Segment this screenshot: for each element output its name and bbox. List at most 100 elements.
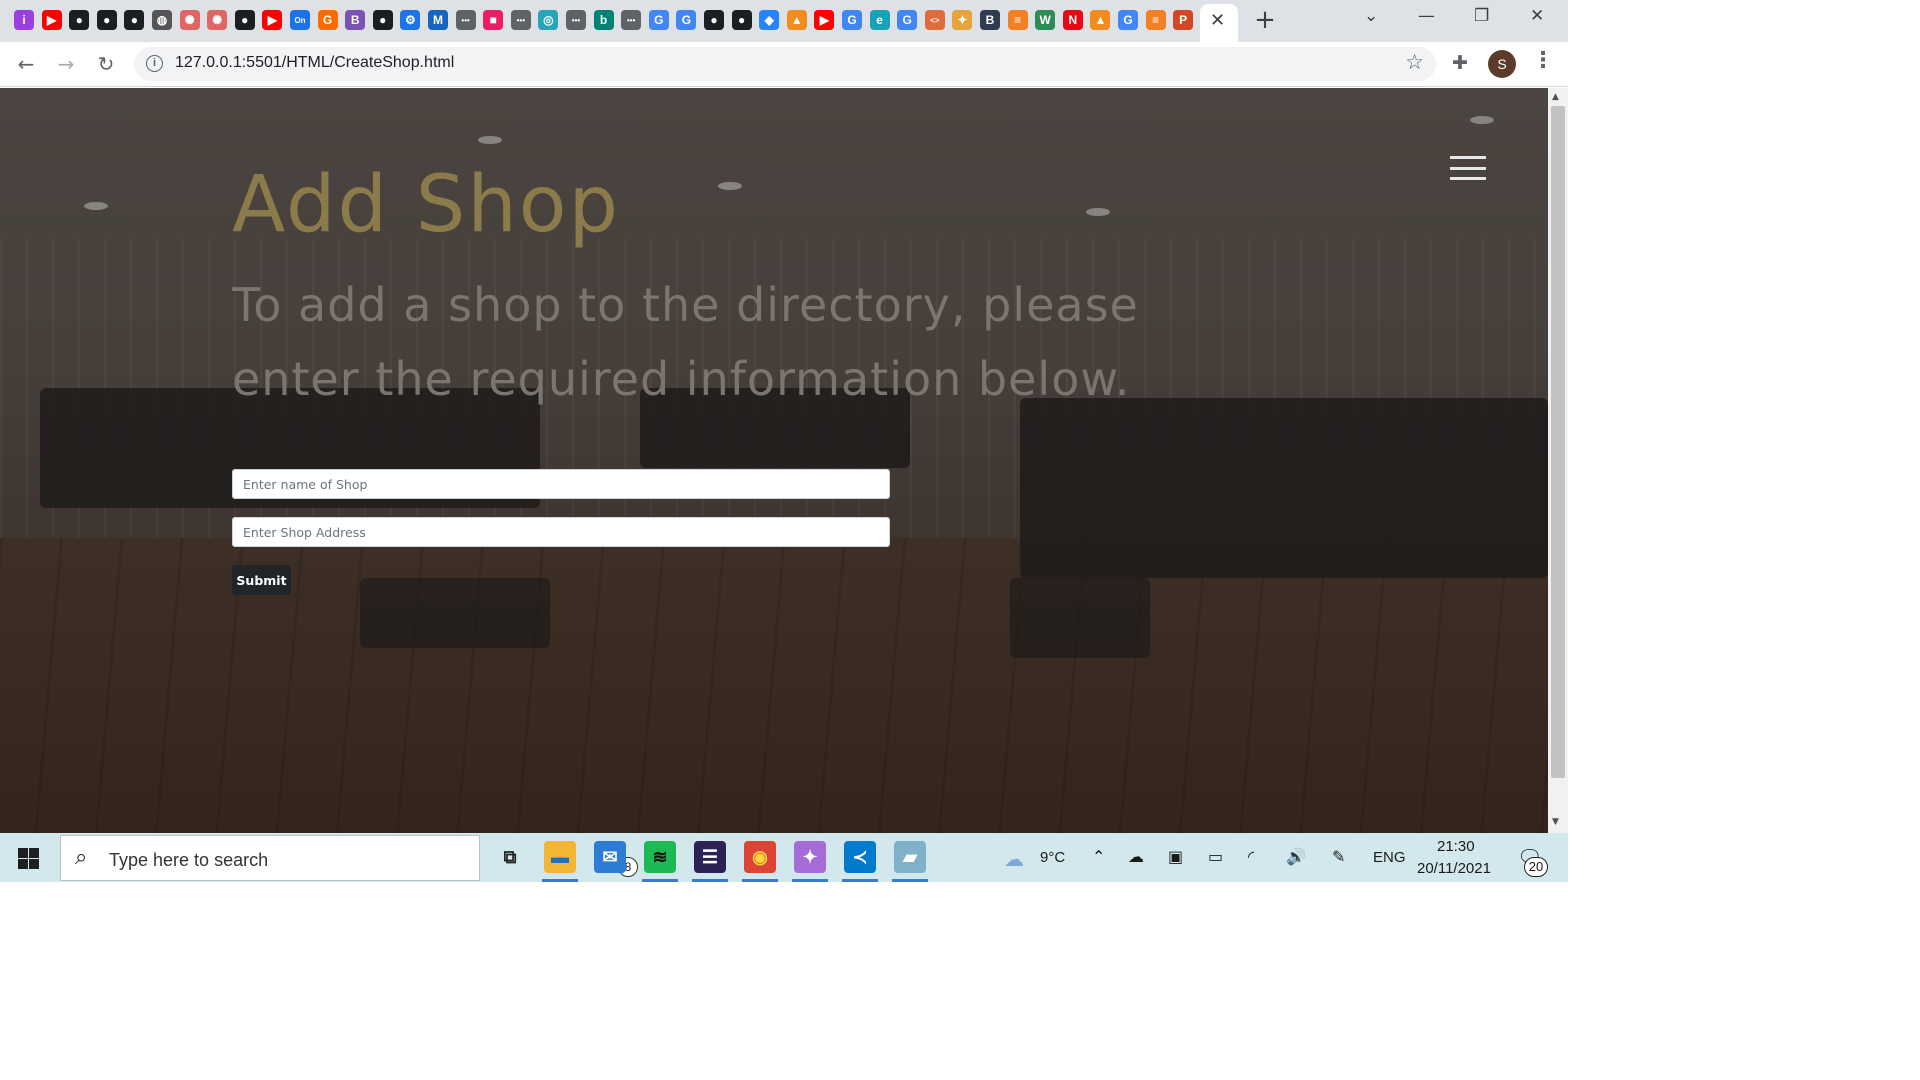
ceiling-light bbox=[478, 136, 502, 144]
b-icon[interactable]: B bbox=[980, 10, 1000, 30]
close-window-icon[interactable]: ✕ bbox=[1530, 6, 1544, 26]
file-explorer-icon[interactable]: ▬ bbox=[544, 841, 576, 873]
dots-icon[interactable]: ••• bbox=[621, 10, 642, 30]
active-app-indicator bbox=[792, 879, 828, 882]
youtube-icon[interactable]: ▶ bbox=[41, 10, 62, 30]
onedrive-icon[interactable]: ☁ bbox=[1128, 847, 1144, 866]
app-icon[interactable]: ✦ bbox=[952, 10, 973, 30]
active-app-indicator bbox=[692, 879, 728, 882]
g-icon[interactable]: G bbox=[317, 10, 338, 30]
show-hidden-icons-icon[interactable]: ⌃ bbox=[1092, 847, 1105, 866]
powerpoint-icon[interactable]: P bbox=[1173, 10, 1194, 30]
shop-address-input[interactable] bbox=[232, 517, 890, 547]
jira-icon[interactable]: ◆ bbox=[759, 10, 780, 30]
site-info-icon[interactable]: i bbox=[146, 55, 163, 72]
app-icon[interactable]: ◎ bbox=[538, 10, 559, 30]
vscode-icon[interactable]: ≺ bbox=[844, 841, 876, 873]
minimize-icon[interactable]: — bbox=[1418, 6, 1435, 26]
language-indicator[interactable]: ENG bbox=[1373, 849, 1406, 866]
chrome-icon[interactable]: ◉ bbox=[744, 841, 776, 873]
mail-icon[interactable]: ✉ bbox=[594, 841, 626, 873]
clock-time[interactable]: 21:30 bbox=[1437, 838, 1475, 855]
notification-count-badge: 20 bbox=[1524, 857, 1548, 877]
taskbar-search-placeholder: Type here to search bbox=[109, 850, 269, 870]
github-icon[interactable]: ● bbox=[372, 10, 393, 30]
github-icon[interactable]: ● bbox=[234, 10, 255, 30]
shop-name-input[interactable] bbox=[232, 469, 890, 499]
browser-toolbar: ← → ↻ i 127.0.0.1:5501/HTML/CreateShop.h… bbox=[0, 42, 1568, 87]
app-icon[interactable]: e bbox=[869, 10, 890, 30]
volume-icon[interactable]: 🔊 bbox=[1286, 847, 1306, 866]
task-view-icon[interactable]: ⧉ bbox=[494, 841, 526, 873]
scroll-up-icon[interactable]: ▲ bbox=[1552, 92, 1559, 102]
app-icon[interactable]: ■ bbox=[483, 10, 504, 30]
restore-icon[interactable]: ❐ bbox=[1474, 6, 1489, 26]
app-icon[interactable]: ▲ bbox=[1090, 10, 1111, 30]
url-text[interactable]: 127.0.0.1:5501/HTML/CreateShop.html bbox=[175, 54, 454, 72]
forward-button[interactable]: → bbox=[52, 50, 80, 78]
app-icon[interactable]: ▲ bbox=[786, 10, 807, 30]
clock-date[interactable]: 20/11/2021 bbox=[1417, 860, 1491, 877]
scroll-down-icon[interactable]: ▼ bbox=[1552, 817, 1559, 827]
github-icon[interactable]: ● bbox=[96, 10, 117, 30]
dots-icon[interactable]: ••• bbox=[566, 10, 586, 30]
extensions-icon[interactable]: ✚ bbox=[1452, 52, 1468, 74]
settings-icon[interactable]: ⚙ bbox=[400, 10, 421, 30]
github-icon[interactable]: ● bbox=[124, 10, 145, 30]
address-bar[interactable]: i 127.0.0.1:5501/HTML/CreateShop.html ☆ bbox=[134, 47, 1436, 81]
bookmark-star-icon[interactable]: ☆ bbox=[1405, 50, 1424, 74]
openai-icon[interactable]: ✺ bbox=[179, 10, 200, 30]
notes-icon[interactable]: ▰ bbox=[894, 841, 926, 873]
scrollbar-thumb[interactable] bbox=[1551, 106, 1565, 778]
spotify-icon[interactable]: ≋ bbox=[644, 841, 676, 873]
tab-search-icon[interactable]: ⌄ bbox=[1364, 6, 1378, 26]
wifi-icon[interactable]: ◜ bbox=[1248, 847, 1254, 866]
background-bench bbox=[1010, 578, 1150, 658]
reload-button[interactable]: ↻ bbox=[92, 50, 120, 78]
battery-icon[interactable]: ▭ bbox=[1208, 847, 1223, 866]
browser-menu-icon[interactable]: ⋮ bbox=[1532, 48, 1554, 73]
hamburger-menu-icon[interactable] bbox=[1450, 156, 1486, 180]
w-icon[interactable]: W bbox=[1035, 10, 1056, 30]
google-icon[interactable]: G bbox=[842, 10, 862, 30]
youtube-icon[interactable]: ▶ bbox=[262, 10, 283, 30]
dots-icon[interactable]: ••• bbox=[455, 10, 476, 30]
github-icon[interactable]: ● bbox=[69, 10, 90, 30]
submit-button[interactable]: Submit bbox=[232, 565, 291, 595]
pen-icon[interactable]: ✎ bbox=[1332, 847, 1345, 866]
code-icon[interactable]: <> bbox=[924, 10, 945, 30]
github-icon[interactable]: ● bbox=[704, 10, 724, 30]
profile-avatar[interactable]: S bbox=[1488, 50, 1516, 78]
bing-icon[interactable]: b bbox=[593, 10, 614, 30]
page-scrollbar[interactable]: ▲ ▼ bbox=[1548, 88, 1568, 833]
google-icon[interactable]: G bbox=[1118, 10, 1138, 30]
new-tab-button[interactable]: + bbox=[1252, 6, 1278, 34]
youtube-icon[interactable]: ▶ bbox=[814, 10, 835, 30]
eclipse-icon[interactable]: ☰ bbox=[694, 841, 726, 873]
app-icon[interactable]: ✦ bbox=[794, 841, 826, 873]
globe-icon[interactable]: ◍ bbox=[152, 10, 172, 30]
stackoverflow-icon[interactable]: ≡ bbox=[1145, 10, 1166, 30]
close-tab-icon[interactable]: ✕ bbox=[1210, 10, 1225, 31]
google-icon[interactable]: G bbox=[897, 10, 918, 30]
taskbar-search[interactable]: ⌕ Type here to search bbox=[60, 835, 480, 881]
device-icon[interactable]: ▣ bbox=[1168, 847, 1183, 866]
netflix-icon[interactable]: N bbox=[1062, 10, 1083, 30]
github-icon[interactable]: ● bbox=[731, 10, 752, 30]
stackoverflow-icon[interactable]: ≡ bbox=[1007, 10, 1028, 30]
ceiling-light bbox=[1086, 208, 1110, 216]
active-app-indicator bbox=[542, 879, 578, 882]
weather-temperature[interactable]: 9°C bbox=[1040, 849, 1065, 866]
back-button[interactable]: ← bbox=[12, 50, 40, 78]
windows-start-icon[interactable] bbox=[18, 848, 39, 869]
on-icon[interactable]: On bbox=[290, 10, 310, 30]
site-icon[interactable]: i bbox=[14, 10, 34, 30]
google-icon[interactable]: G bbox=[648, 10, 669, 30]
weather-cloud-icon[interactable]: ☁ bbox=[1004, 847, 1024, 871]
dots-icon[interactable]: ••• bbox=[510, 10, 531, 30]
bootstrap-icon[interactable]: B bbox=[345, 10, 366, 30]
active-tab[interactable]: ✕ bbox=[1200, 4, 1238, 42]
google-icon[interactable]: G bbox=[676, 10, 697, 30]
mdn-icon[interactable]: M bbox=[428, 10, 448, 30]
openai-icon[interactable]: ✺ bbox=[207, 10, 228, 30]
